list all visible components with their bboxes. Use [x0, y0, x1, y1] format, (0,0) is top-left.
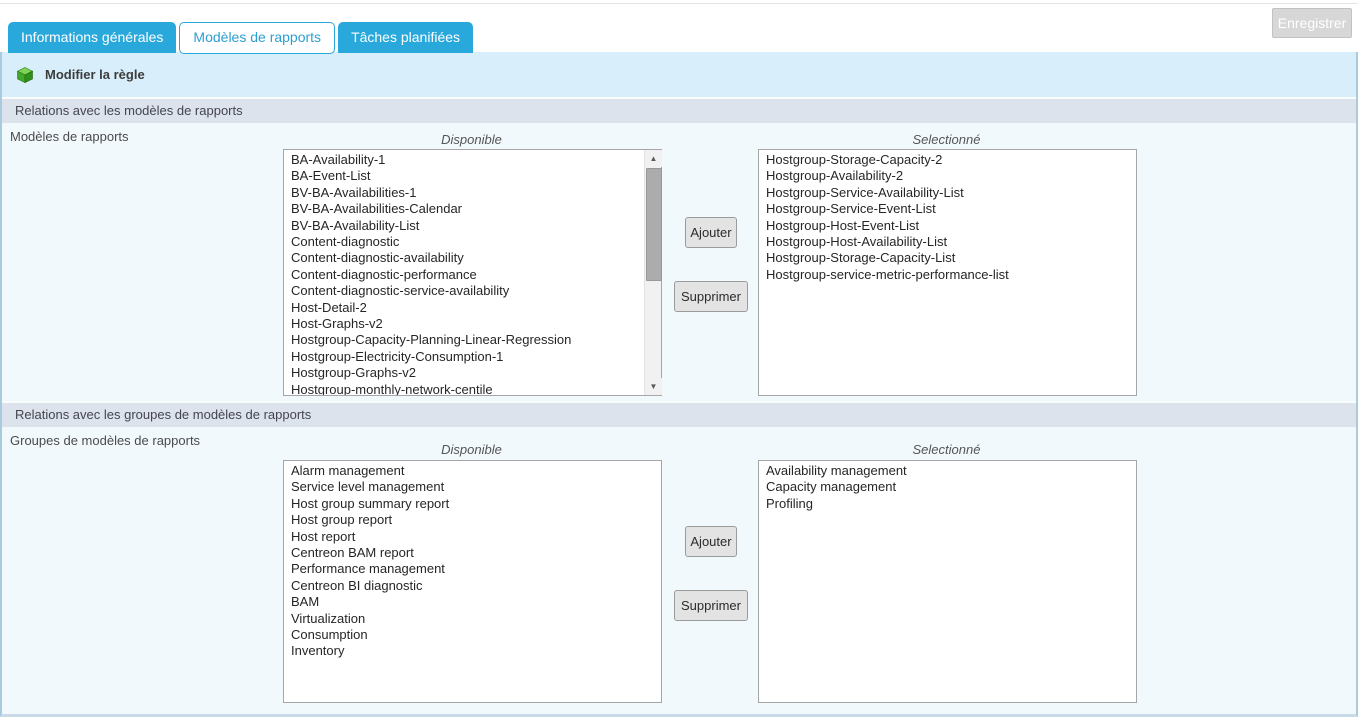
form-title-bar: Modifier la règle [2, 52, 1356, 97]
list-item[interactable]: Hostgroup-Storage-Capacity-2 [766, 152, 1134, 168]
remove-button[interactable]: Supprimer [674, 281, 748, 312]
listbox-available-modeles[interactable]: BA-Availability-1BA-Event-ListBV-BA-Avai… [283, 149, 662, 396]
list-item[interactable]: BV-BA-Availabilities-Calendar [291, 201, 659, 217]
list-item[interactable]: Host group report [291, 512, 659, 528]
list-item[interactable]: Content-diagnostic-performance [291, 267, 659, 283]
list-item[interactable]: Host report [291, 529, 659, 545]
list-item[interactable]: Content-diagnostic-availability [291, 250, 659, 266]
list-item[interactable]: Hostgroup-Electricity-Consumption-1 [291, 349, 659, 365]
available-caption: Disponible [283, 132, 660, 147]
list-item[interactable]: Availability management [766, 463, 1134, 479]
tab-modeles-de-rapports[interactable]: Modèles de rapports [179, 22, 335, 54]
scrollbar[interactable]: ▲ ▼ [644, 150, 661, 395]
save-button[interactable]: Enregistrer [1272, 8, 1352, 38]
list-item[interactable]: Performance management [291, 561, 659, 577]
list-item[interactable]: Hostgroup-Graphs-v2 [291, 365, 659, 381]
top-divider [0, 3, 1358, 4]
list-item[interactable]: Centreon BAM report [291, 545, 659, 561]
row-label-groupes: Groupes de modèles de rapports [10, 433, 200, 448]
scroll-up-icon[interactable]: ▲ [645, 150, 662, 167]
tab-bar: Informations générales Modèles de rappor… [8, 22, 473, 54]
list-item[interactable]: Alarm management [291, 463, 659, 479]
tab-taches-planifiees[interactable]: Tâches planifiées [338, 22, 473, 53]
list-item[interactable]: Hostgroup-monthly-network-centile [291, 382, 659, 396]
listbox-selected-groupes[interactable]: Availability managementCapacity manageme… [758, 460, 1137, 703]
list-item[interactable]: Inventory [291, 643, 659, 659]
section-header-modeles: Relations avec les modèles de rapports [2, 97, 1356, 123]
list-item[interactable]: Content-diagnostic [291, 234, 659, 250]
add-button[interactable]: Ajouter [685, 526, 737, 557]
page-title: Modifier la règle [45, 67, 145, 82]
list-item[interactable]: Hostgroup-Service-Availability-List [766, 185, 1134, 201]
list-item[interactable]: Profiling [766, 496, 1134, 512]
list-item[interactable]: Host group summary report [291, 496, 659, 512]
section-body-modeles: Modèles de rapports Disponible Selection… [2, 123, 1356, 401]
scroll-down-icon[interactable]: ▼ [645, 378, 662, 395]
list-item[interactable]: Hostgroup-Host-Event-List [766, 218, 1134, 234]
list-item[interactable]: Hostgroup-Availability-2 [766, 168, 1134, 184]
cube-icon [16, 66, 34, 84]
list-item[interactable]: Hostgroup-Host-Availability-List [766, 234, 1134, 250]
tab-informations-generales[interactable]: Informations générales [8, 22, 176, 53]
section-body-groupes: Groupes de modèles de rapports Disponibl… [2, 427, 1356, 714]
list-item[interactable]: Hostgroup-Service-Event-List [766, 201, 1134, 217]
list-item[interactable]: BV-BA-Availabilities-1 [291, 185, 659, 201]
add-button[interactable]: Ajouter [685, 217, 737, 248]
available-caption: Disponible [283, 442, 660, 457]
list-item[interactable]: BAM [291, 594, 659, 610]
list-item[interactable]: Host-Graphs-v2 [291, 316, 659, 332]
list-item[interactable]: Hostgroup-service-metric-performance-lis… [766, 267, 1134, 283]
selected-caption: Selectionné [758, 442, 1135, 457]
list-item[interactable]: Virtualization [291, 611, 659, 627]
list-item[interactable]: Centreon BI diagnostic [291, 578, 659, 594]
list-item[interactable]: Hostgroup-Capacity-Planning-Linear-Regre… [291, 332, 659, 348]
list-item[interactable]: Consumption [291, 627, 659, 643]
section-header-groupes: Relations avec les groupes de modèles de… [2, 401, 1356, 427]
row-label-modeles: Modèles de rapports [10, 129, 129, 144]
list-item[interactable]: BA-Event-List [291, 168, 659, 184]
scroll-thumb[interactable] [646, 168, 662, 281]
remove-button[interactable]: Supprimer [674, 590, 748, 621]
selected-caption: Selectionné [758, 132, 1135, 147]
listbox-selected-modeles[interactable]: Hostgroup-Storage-Capacity-2Hostgroup-Av… [758, 149, 1137, 396]
list-item[interactable]: BA-Availability-1 [291, 152, 659, 168]
list-item[interactable]: BV-BA-Availability-List [291, 218, 659, 234]
listbox-available-groupes[interactable]: Alarm managementService level management… [283, 460, 662, 703]
list-item[interactable]: Hostgroup-Storage-Capacity-List [766, 250, 1134, 266]
form-container: Modifier la règle Relations avec les mod… [0, 52, 1358, 717]
list-item[interactable]: Capacity management [766, 479, 1134, 495]
list-item[interactable]: Host-Detail-2 [291, 300, 659, 316]
list-item[interactable]: Content-diagnostic-service-availability [291, 283, 659, 299]
list-item[interactable]: Service level management [291, 479, 659, 495]
